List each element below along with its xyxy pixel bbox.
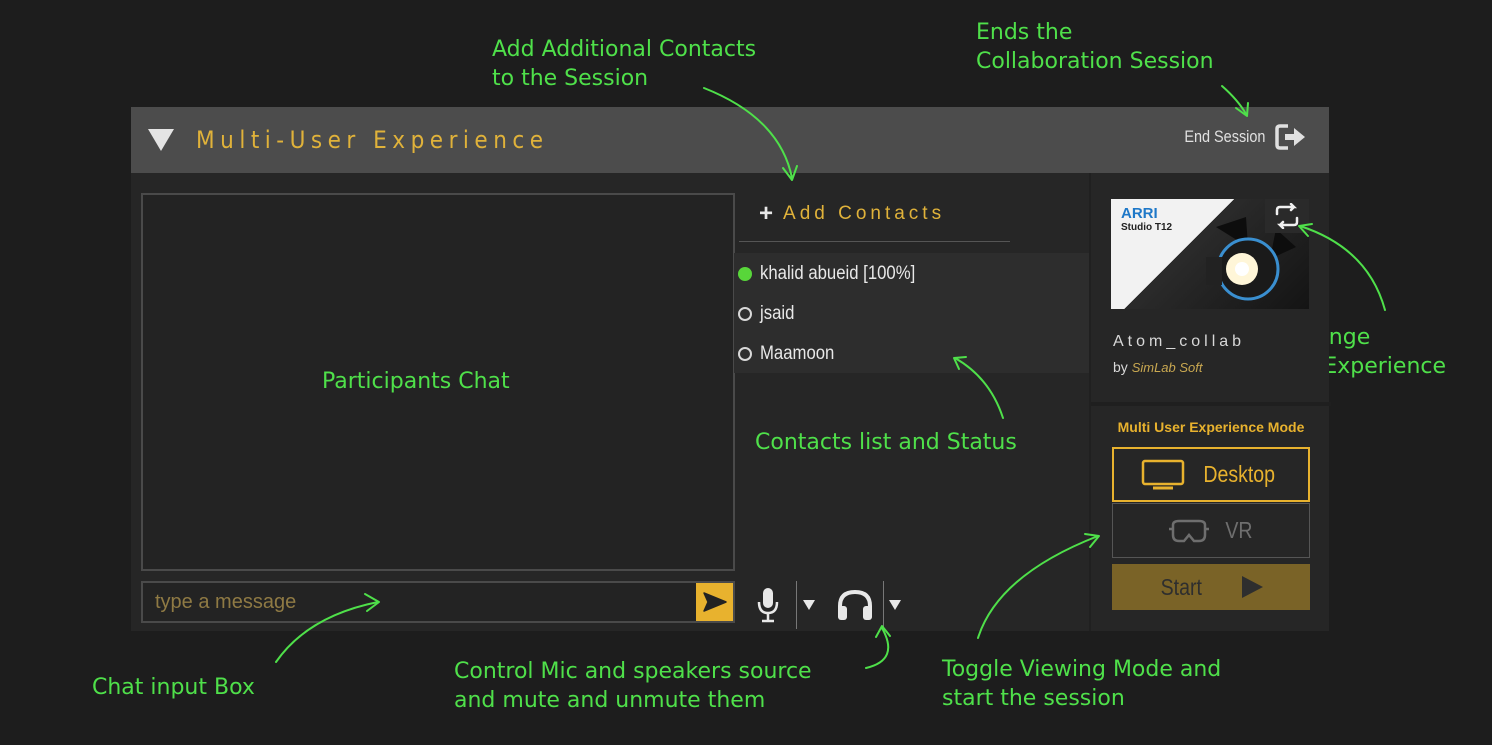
start-label: Start [1160,573,1202,600]
author-prefix: by [1113,359,1128,375]
annotation-toggle-mode: Toggle Viewing Mode and start the sessio… [942,657,1222,711]
message-input[interactable] [143,583,683,621]
audio-controls [756,581,901,629]
online-status-icon [738,267,752,281]
annotation-participants-chat: Participants Chat [322,369,510,394]
send-icon [702,592,727,612]
annotation-add-contacts: Add Additional Contacts to the Session [492,37,757,91]
mic-separator [796,581,797,629]
annotation-end-session: Ends the Collaboration Session [976,20,1214,74]
contacts-list: khalid abueid [100%] jsaid Maamoon [734,253,1089,373]
add-contacts-button[interactable]: + Add Contacts [759,200,945,228]
start-button[interactable]: Start [1112,564,1310,610]
annotation-chat-input: Chat input Box [92,675,255,700]
thumbnail-brand: ARRI [1121,205,1158,222]
contact-name: khalid abueid [100%] [760,263,916,284]
experience-name: Atom_collab [1113,333,1246,350]
offline-status-icon [738,347,752,361]
microphone-icon[interactable] [756,586,780,624]
swap-icon [1275,203,1299,229]
add-contacts-label: Add Contacts [783,203,946,224]
contact-name: jsaid [760,303,795,324]
mic-source-dropdown-icon[interactable] [803,600,815,610]
offline-status-icon [738,307,752,321]
sidebar-divider [1091,402,1331,406]
desktop-mode-button[interactable]: Desktop [1112,447,1310,502]
experience-thumbnail: ARRI Studio T12 [1111,199,1309,309]
monitor-icon [1141,459,1185,489]
headphones-icon[interactable] [835,588,875,622]
annotation-contacts-list: Contacts list and Status [755,430,1017,455]
collapse-triangle-icon[interactable] [148,129,174,151]
send-button[interactable] [696,583,733,621]
author-name: SimLab Soft [1131,360,1203,375]
play-icon [1242,576,1264,598]
annotation-mic-speakers: Control Mic and speakers source and mute… [454,659,812,713]
end-session-label: End Session [1183,127,1265,146]
vr-mode-button[interactable]: VR [1112,503,1310,558]
plus-icon: + [759,200,774,227]
contact-item[interactable]: khalid abueid [100%] [738,263,936,285]
panel-header: Multi-User Experience End Session [131,107,1329,173]
experience-author: by SimLab Soft [1113,359,1203,375]
desktop-label: Desktop [1203,461,1275,487]
thumbnail-model: Studio T12 [1121,222,1173,233]
chat-input-box [141,581,735,623]
contact-item[interactable]: Maamoon [738,343,845,365]
contacts-divider [739,241,1010,242]
vr-label: VR [1225,517,1253,543]
panel-title: Multi-User Experience [196,126,549,154]
exit-icon [1275,124,1305,150]
speaker-separator [883,581,884,629]
speaker-source-dropdown-icon[interactable] [889,600,901,610]
experience-sidebar: ARRI Studio T12 Atom_collab by SimLab So… [1089,173,1331,631]
vr-headset-icon [1169,519,1210,542]
contact-name: Maamoon [760,343,835,364]
multi-user-panel: Multi-User Experience End Session + Add … [131,107,1331,631]
mode-title: Multi User Experience Mode [1117,419,1305,435]
end-session-button[interactable]: End Session [1170,123,1307,151]
contact-item[interactable]: jsaid [738,303,799,325]
change-experience-button[interactable] [1265,199,1309,233]
